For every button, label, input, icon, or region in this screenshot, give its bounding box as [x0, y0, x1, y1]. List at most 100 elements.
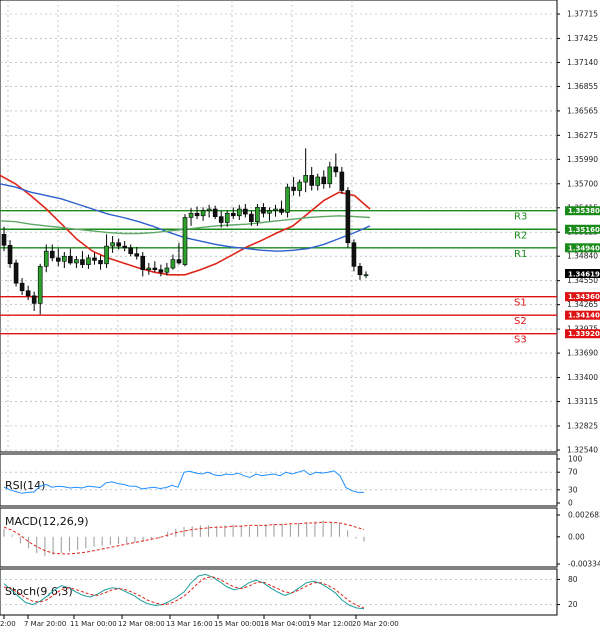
candle-body [25, 290, 31, 297]
macd-tick-label: 0.002683 [568, 511, 600, 520]
candle-body [116, 242, 121, 247]
candle-body [31, 295, 37, 304]
candle [309, 166, 315, 191]
macd-panel: MACD(12,26,9) 0.002683 0.00 -0.003346 [0, 507, 600, 569]
candle-body [182, 217, 188, 265]
x-tick-label: 12 Mar 08:00 [118, 620, 165, 628]
candle-body [255, 207, 260, 222]
level-tag-label-r3: 1.35380 [568, 207, 600, 215]
price-panel-frame [0, 0, 558, 453]
macd-tick-label: 0.00 [568, 532, 585, 541]
x-tick-label: 15 Mar 00:00 [214, 620, 261, 628]
candle [134, 246, 140, 260]
x-tick-label: 20 Mar 20:00 [352, 620, 399, 628]
candle [230, 207, 236, 220]
candle-body [98, 260, 103, 265]
candle [31, 291, 37, 311]
candle [13, 259, 19, 287]
candle-body [164, 267, 170, 273]
candle [128, 244, 133, 257]
x-tick-label: 2:00 [0, 620, 16, 628]
price-tick-label: 1.36855 [567, 82, 598, 91]
candle [146, 262, 152, 275]
level-name-r2: R2 [514, 230, 527, 241]
candle-body [212, 208, 218, 217]
candle [110, 236, 115, 253]
candle [345, 187, 351, 248]
candle [80, 251, 85, 269]
candle [200, 207, 206, 221]
candlesticks [1, 148, 369, 315]
candle-body [357, 266, 363, 276]
candle [357, 262, 363, 280]
candle-body [339, 171, 345, 191]
candle [74, 256, 79, 269]
candle-body [206, 208, 212, 212]
candle [152, 261, 158, 273]
candle-body [55, 257, 61, 262]
candle-body [224, 212, 230, 223]
candle-body [267, 210, 272, 214]
rsi-y-axis: 100 70 30 0 [557, 455, 583, 508]
candle-body [273, 208, 278, 212]
candle-body [68, 255, 73, 264]
candle [68, 248, 73, 265]
x-tick-label: 13 Mar 16:00 [166, 620, 213, 628]
candle-body [74, 259, 79, 264]
price-tick-label: 1.33690 [567, 349, 598, 358]
candle-body [315, 176, 321, 186]
candle [224, 210, 230, 227]
candle-body [19, 282, 25, 292]
candle [104, 234, 109, 269]
candle [92, 252, 97, 265]
candle [297, 179, 302, 197]
price-panel: R3 R2 R1 S1 S2 S3 1.37715 1.37425 1.37140 1.3685… [0, 0, 600, 455]
price-tick-label: 1.34840 [567, 252, 598, 261]
rsi-tick-label: 30 [568, 485, 578, 494]
candle-body [327, 166, 333, 185]
candle-body [363, 274, 369, 277]
rsi-tick-label: 100 [568, 455, 583, 464]
candle [321, 170, 327, 189]
level-tag-label-s2: 1.34140 [568, 312, 600, 320]
price-tick-label: 1.37715 [567, 10, 598, 19]
level-name-r3: R3 [514, 212, 527, 223]
price-grid [0, 0, 557, 452]
candle-body [309, 175, 315, 186]
level-tag-label-r2: 1.35160 [568, 226, 600, 234]
candle-body [62, 255, 67, 262]
candle-body [92, 257, 97, 261]
candle-body [333, 166, 339, 173]
level-name-s1: S1 [514, 298, 527, 309]
price-tick-label: 1.33400 [567, 373, 598, 382]
candle [7, 240, 13, 269]
candle-body [279, 208, 284, 213]
candle-body [37, 266, 43, 304]
stoch-y-axis: 80 20 [557, 575, 578, 609]
candle-body [146, 267, 152, 271]
candle [243, 203, 248, 218]
candle-body [122, 245, 127, 249]
candle-body [261, 207, 266, 214]
x-tick-label: 19 Mar 12:00 [306, 620, 353, 628]
level-tag-label-s3: 1.33920 [568, 330, 600, 338]
candle [25, 285, 31, 301]
candle-body [7, 244, 13, 265]
x-tick-label: 18 Mar 04:00 [260, 620, 307, 628]
candle [122, 241, 127, 252]
pivot-levels: R3 R2 R1 S1 S2 S3 [0, 210, 557, 346]
candle-body [152, 267, 158, 271]
candle-body [134, 253, 140, 257]
candle-body [110, 242, 115, 247]
candle-body [200, 210, 206, 217]
level-name-s2: S2 [514, 316, 527, 327]
candle-body [170, 259, 176, 269]
chart-root: R3 R2 R1 S1 S2 S3 1.37715 1.37425 1.37140 1.3685… [0, 0, 600, 628]
stoch-title: Stoch(9,6,3) [5, 585, 73, 598]
x-tick-label: 11 Mar 00:00 [70, 620, 117, 628]
candle [98, 255, 103, 270]
level-tag-label-r1: 1.34940 [568, 244, 600, 252]
candle [49, 244, 55, 262]
price-tick-label: 1.34265 [567, 300, 598, 309]
candle [194, 206, 200, 220]
